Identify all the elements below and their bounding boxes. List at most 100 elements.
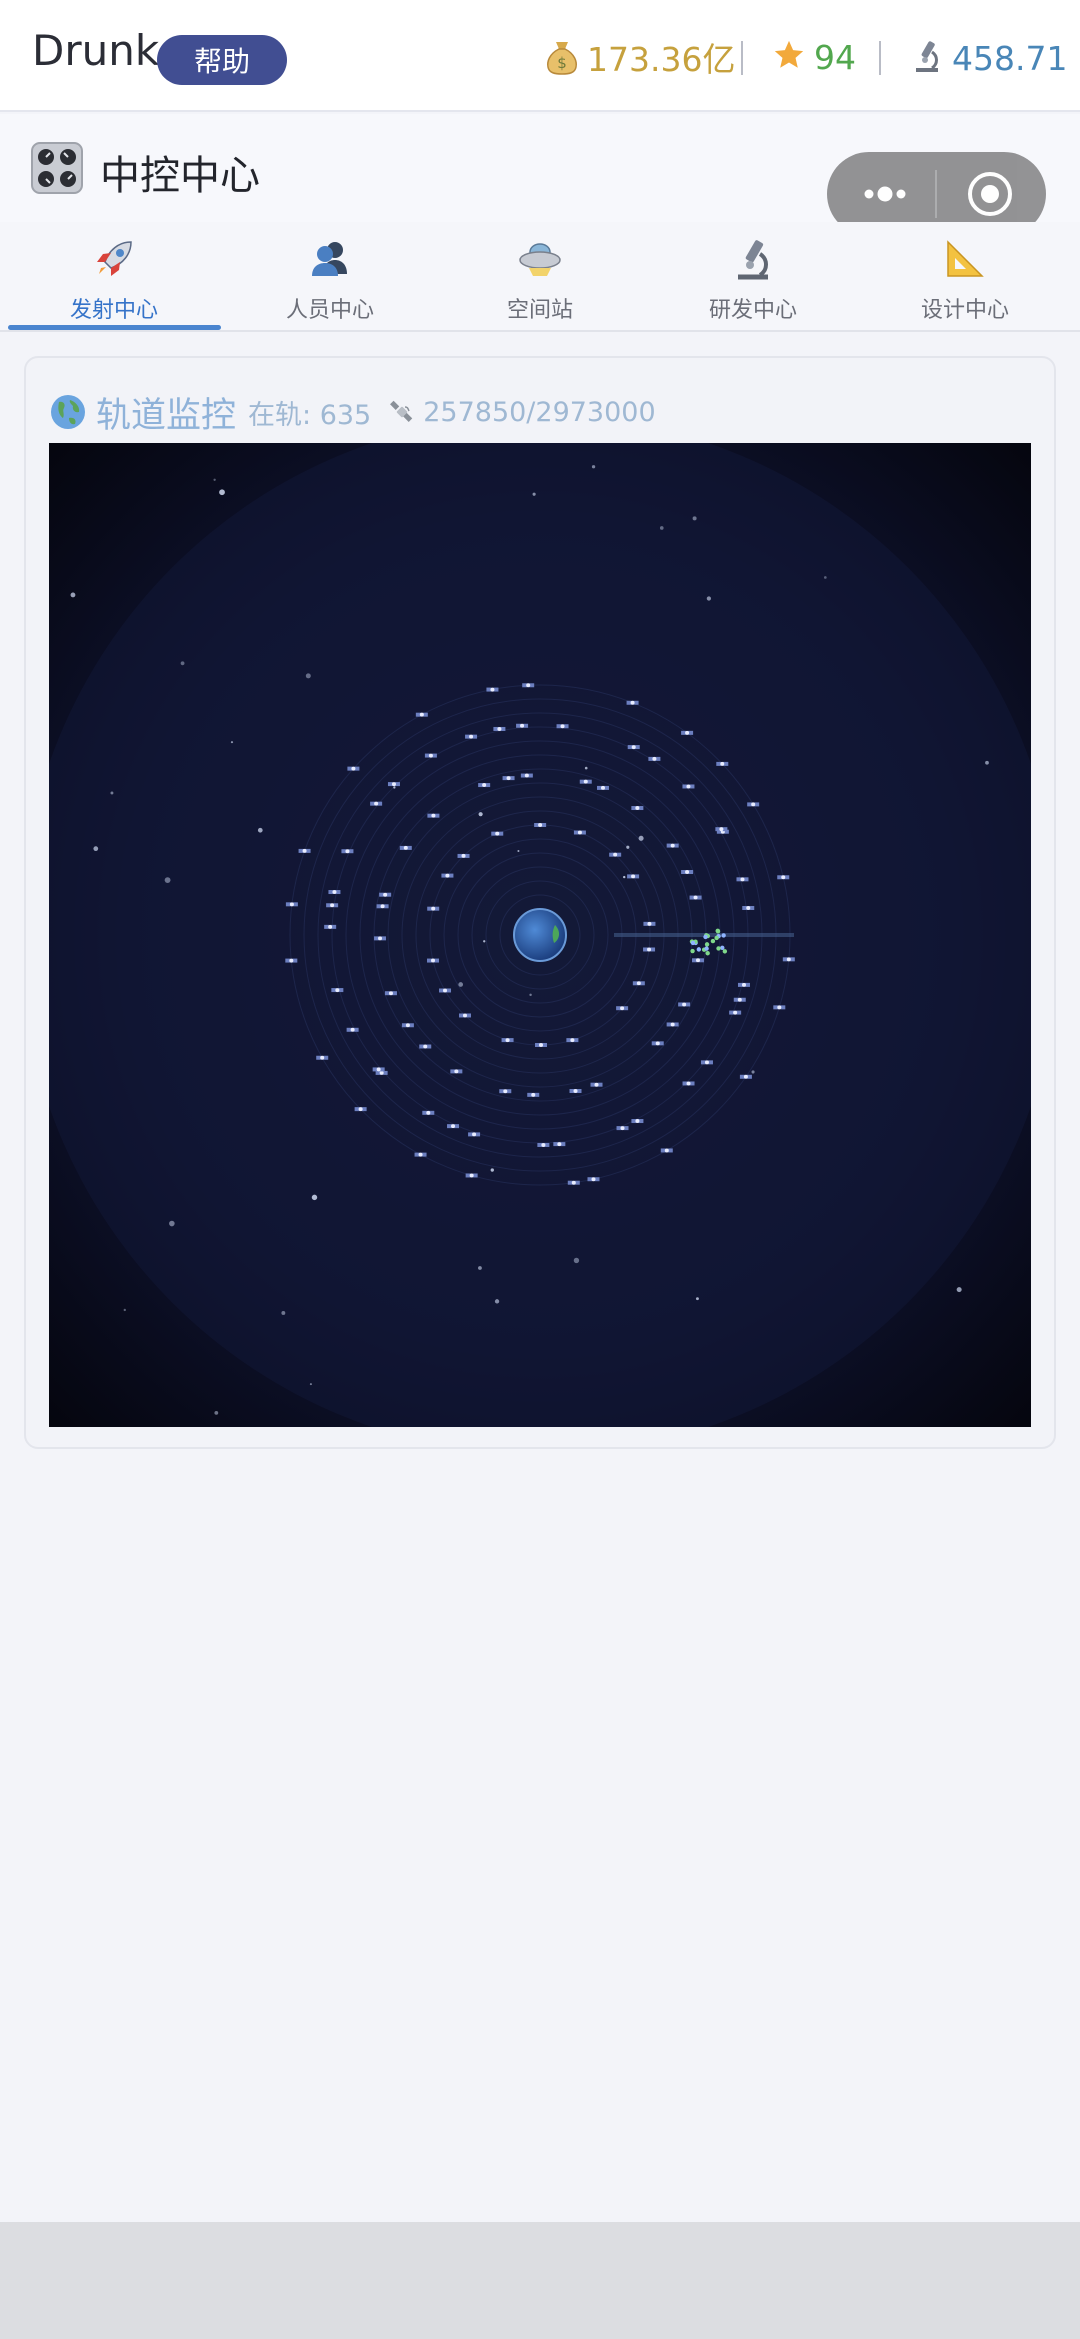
tab-bar: 发射中心 人员中心 空间站 研发中心 设计中心	[0, 222, 1080, 332]
status-bar: Drunk 帮助 $ 173.36亿 94 458.71	[0, 0, 1080, 112]
ruler-icon	[942, 236, 988, 282]
satellite	[681, 870, 694, 875]
satellite	[441, 873, 454, 878]
satellite	[399, 845, 412, 850]
satellite	[285, 902, 298, 907]
star	[393, 786, 396, 789]
launch-point	[716, 946, 721, 951]
satellite-icon	[389, 399, 415, 425]
satellite	[375, 1070, 388, 1075]
satellite	[346, 1027, 359, 1032]
satellite	[643, 921, 656, 926]
more-icon[interactable]	[857, 172, 917, 216]
star	[70, 592, 76, 598]
tab-space-station[interactable]: 空间站	[432, 222, 648, 330]
satellite	[733, 997, 746, 1002]
satellite	[331, 988, 344, 993]
in-orbit-count: 在轨: 635	[248, 399, 372, 431]
satellite	[666, 843, 679, 848]
star	[985, 760, 989, 765]
satellite	[632, 981, 645, 986]
satellite	[678, 1002, 691, 1007]
satellite	[534, 823, 547, 828]
tab-design-center[interactable]: 设计中心	[857, 222, 1073, 330]
satellite	[324, 924, 337, 929]
launch-point	[704, 942, 710, 947]
help-button[interactable]: 帮助	[157, 35, 287, 85]
star	[164, 877, 171, 884]
capsule-divider	[935, 170, 937, 218]
star	[956, 1287, 962, 1293]
star	[638, 835, 644, 841]
star	[626, 845, 630, 849]
research-value: 458.71	[952, 39, 1068, 78]
star	[309, 1383, 312, 1386]
star	[517, 850, 520, 853]
star	[490, 1168, 494, 1172]
tab-launch-center[interactable]: 发射中心	[6, 222, 222, 330]
satellite	[716, 761, 729, 766]
tab-rd-center[interactable]: 研发中心	[645, 222, 861, 330]
satellite	[447, 1124, 460, 1129]
satellite	[516, 723, 529, 728]
star	[529, 993, 532, 997]
people-icon	[307, 236, 353, 282]
launch-point	[704, 946, 709, 951]
launch-point	[696, 947, 702, 952]
satellite	[682, 784, 695, 789]
star	[230, 741, 234, 744]
satellite	[298, 848, 311, 853]
tab-label: 研发中心	[708, 298, 797, 323]
star	[706, 596, 711, 601]
globe-icon	[50, 394, 86, 430]
satellite	[556, 724, 569, 729]
satellite	[777, 875, 790, 880]
launch-point	[690, 948, 695, 954]
satellite	[700, 1060, 713, 1065]
star	[695, 1297, 699, 1301]
satellite	[459, 1013, 472, 1018]
tab-personnel-center[interactable]: 人员中心	[222, 222, 438, 330]
satellite	[468, 1132, 481, 1137]
satellite	[616, 1006, 629, 1011]
satellite	[651, 1041, 664, 1046]
satellite	[587, 1177, 600, 1182]
star	[478, 1266, 482, 1270]
close-icon[interactable]	[964, 168, 1016, 220]
money-bag-icon: $	[545, 38, 579, 81]
star	[214, 1410, 219, 1415]
star	[591, 465, 596, 469]
microscope-icon	[910, 38, 944, 79]
satellite	[376, 904, 389, 909]
satellite	[729, 1010, 742, 1015]
satellite	[341, 849, 354, 854]
satellite	[354, 1107, 367, 1112]
satellite	[553, 1142, 566, 1147]
star	[123, 1308, 126, 1312]
satellite	[493, 726, 506, 731]
satellite	[328, 890, 341, 895]
launch-point	[703, 934, 708, 940]
satellite	[465, 734, 478, 739]
satellite	[737, 982, 750, 987]
satellite	[415, 712, 428, 717]
satellite	[316, 1055, 329, 1060]
satellite	[384, 991, 397, 996]
orbit-visualization	[49, 443, 1031, 1427]
launch-point	[710, 938, 716, 944]
star	[281, 1311, 286, 1315]
star	[305, 673, 311, 679]
satellite	[773, 1005, 786, 1010]
satellite	[579, 779, 592, 784]
satellite	[566, 1038, 579, 1043]
satellite	[537, 1142, 550, 1147]
satellite	[590, 1082, 603, 1087]
star	[584, 766, 588, 770]
rocket-icon	[91, 236, 137, 282]
brand-name: Drunk	[32, 26, 160, 75]
satellite	[681, 730, 694, 735]
satellite	[427, 958, 440, 963]
tab-label: 空间站	[506, 298, 573, 323]
star	[483, 940, 486, 943]
satellite	[643, 947, 656, 952]
